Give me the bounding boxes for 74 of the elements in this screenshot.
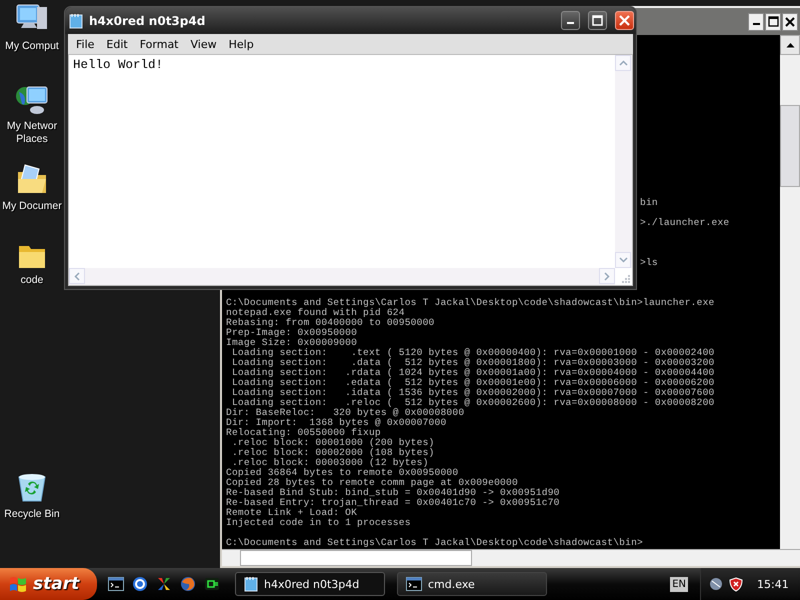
console-line: Relocating: 00550000 fixup [226, 427, 381, 438]
maximize-icon [592, 15, 603, 26]
console-line: Re-based Bind Stub: bind_stub = 0x00401d90 -> 0x00951d90 [226, 487, 560, 498]
scroll-down-icon [618, 257, 628, 263]
console-line: Image Size: 0x00009000 [226, 337, 358, 348]
close-icon [619, 15, 630, 26]
console-line: Loading section: .rdata ( 1024 bytes @ 0x00001a00): rva=0x00004000 - 0x00004400 [230, 367, 714, 378]
console-line: .reloc block: 00001000 (200 bytes) [230, 437, 435, 448]
flag-icon [8, 575, 28, 593]
taskbar-button[interactable]: cmd.exe [397, 572, 547, 596]
console-line: Copied 28 bytes to remote comm page at 0x009e0000 [226, 477, 518, 488]
scroll-up-icon [618, 60, 628, 66]
maximize-button[interactable] [588, 11, 607, 30]
console-line: >ls [640, 257, 658, 268]
butterfly-icon[interactable] [156, 576, 172, 592]
swirl-icon[interactable] [132, 576, 148, 592]
plug-icon[interactable] [204, 576, 220, 592]
scroll-up-icon [786, 42, 794, 48]
console-line: Dir: Import: 1368 bytes @ 0x00007000 [226, 417, 446, 428]
console-line: Loading section: .data ( 512 bytes @ 0x00001800): rva=0x00003000 - 0x00003200 [230, 357, 714, 368]
close-button[interactable] [782, 12, 798, 30]
console-line: Prep-Image: 0x00950000 [226, 327, 358, 338]
icon-label: My Documer [2, 200, 62, 213]
console-icon [406, 577, 422, 591]
console-line: Loading section: .edata ( 512 bytes @ 0x00001e00): rva=0x00006000 - 0x00006200 [230, 377, 714, 388]
console-line: Re-based Entry: trojan_thread = 0x00401c70 -> 0x00951c70 [226, 497, 560, 508]
console-line: C:\Documents and Settings\Carlos T Jackal\Desktop\code\shadowcast\bin> [226, 537, 644, 548]
recycle-bin-icon[interactable] [16, 472, 48, 504]
icon-label: My Networ Places [6, 120, 58, 146]
console-line: Loading section: .reloc ( 512 bytes @ 0x00002600): rva=0x00008000 - 0x00008200 [230, 397, 714, 408]
console-line: bin [640, 197, 658, 208]
minimize-button[interactable] [561, 11, 580, 30]
console-line: Remote Link + Load: OK [226, 507, 358, 518]
menu-item[interactable]: Edit [100, 38, 134, 50]
console-line: Rebasing: from 00400000 to 00950000 [226, 317, 435, 328]
console-line: >./launcher.exe [640, 217, 730, 228]
minimize-button[interactable] [748, 12, 764, 30]
menu-item[interactable]: Help [222, 38, 260, 50]
start-button[interactable]: start [0, 568, 97, 600]
console-line: Loading section: .text ( 5120 bytes @ 0x00000400): rva=0x00001000 - 0x00002400 [230, 347, 714, 358]
notepad-icon [69, 12, 83, 28]
vertical-scrollbar[interactable] [780, 35, 800, 549]
maximize-icon [768, 16, 778, 27]
scroll-thumb[interactable] [780, 105, 800, 187]
console-line: Copied 36864 bytes to remote 0x00950000 [226, 467, 458, 478]
language-indicator[interactable]: EN [670, 576, 688, 592]
console-line: .reloc block: 00003000 (12 bytes) [230, 457, 429, 468]
taskbar-button[interactable]: h4x0red n0t3p4d [235, 572, 385, 596]
horizontal-scrollbar[interactable] [69, 268, 615, 285]
menu-item[interactable]: Format [134, 38, 184, 50]
globe-icon[interactable] [180, 576, 196, 592]
scroll-thumb[interactable] [240, 550, 472, 566]
icon-label: code [20, 274, 44, 287]
console-line: Injected code in to 1 processes [226, 517, 411, 528]
notepad-icon [244, 576, 258, 592]
horizontal-scrollbar[interactable] [222, 549, 800, 566]
icon-label: Recycle Bin [4, 508, 60, 521]
console-line: C:\Documents and Settings\Carlos T Jackal\Desktop\code\shadowcast\bin>launcher.exe [226, 297, 714, 308]
shield-icon[interactable] [729, 576, 743, 592]
maximize-button[interactable] [765, 12, 781, 30]
window-title: h4x0red n0t3p4d [89, 14, 206, 28]
console-line: Loading section: .idata ( 1536 bytes @ 0x00002000): rva=0x00007000 - 0x00007600 [230, 387, 714, 398]
console-line: Dir: BaseReloc: 320 bytes @ 0x00008000 [226, 407, 464, 418]
vertical-scrollbar[interactable] [615, 55, 632, 268]
menu-item[interactable]: View [184, 38, 223, 50]
scroll-right-icon [604, 272, 610, 280]
console-line: notepad.exe found with pid 624 [226, 307, 405, 318]
console-icon[interactable] [108, 577, 124, 591]
icon-label: My Comput [5, 40, 59, 53]
scroll-left-icon [74, 272, 80, 280]
clock[interactable]: 15:41 [757, 578, 789, 590]
menu-item[interactable]: File [70, 38, 100, 50]
close-icon [785, 16, 795, 26]
console-line: .reloc block: 00002000 (108 bytes) [230, 447, 435, 458]
